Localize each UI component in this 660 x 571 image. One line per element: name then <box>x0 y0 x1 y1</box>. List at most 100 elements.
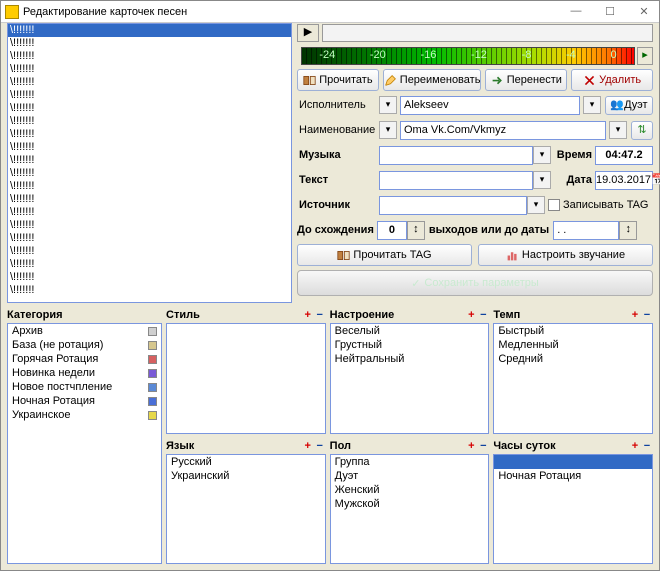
sex-list[interactable]: ГруппаДуэтЖенскийМужской <box>330 454 490 565</box>
lang-list[interactable]: РусскийУкраинский <box>166 454 326 565</box>
category-list[interactable]: АрхивБаза (не ротация)Горячая РотацияНов… <box>7 323 162 564</box>
list-item[interactable]: \!!!!!!! <box>8 180 291 193</box>
list-item[interactable]: Группа <box>331 455 489 469</box>
date-input[interactable]: 19.03.2017 📅 <box>595 171 653 190</box>
list-item[interactable]: \!!!!!!! <box>8 154 291 167</box>
mood-list[interactable]: ВеселыйГрустныйНейтральный <box>330 323 490 434</box>
list-item[interactable]: Быстрый <box>494 324 652 338</box>
exits-spin[interactable]: ↕ <box>619 221 637 240</box>
move-button[interactable]: Перенести <box>485 69 567 91</box>
music-dd[interactable]: ▾ <box>533 146 551 164</box>
list-item[interactable]: \!!!!!!! <box>8 232 291 245</box>
list-item[interactable]: Нейтральный <box>331 352 489 366</box>
play-button[interactable]: ▶ <box>297 24 319 42</box>
title-value-dd[interactable]: ▾ <box>609 121 627 139</box>
add-icon[interactable]: + <box>302 440 314 452</box>
calendar-icon[interactable]: 📅 <box>651 172 660 189</box>
close-button[interactable]: ✕ <box>633 5 655 18</box>
text-input[interactable] <box>379 171 533 190</box>
minimize-button[interactable]: — <box>565 5 587 18</box>
style-title: Стиль <box>166 309 302 321</box>
list-item[interactable]: \!!!!!!! <box>8 50 291 63</box>
list-item[interactable]: \!!!!!!! <box>8 89 291 102</box>
music-input[interactable] <box>379 146 533 165</box>
source-input[interactable] <box>379 196 527 215</box>
tag-checkbox[interactable] <box>548 199 560 211</box>
list-item[interactable]: Русский <box>167 455 325 469</box>
maximize-button[interactable]: ☐ <box>599 5 621 18</box>
add-icon[interactable]: + <box>629 309 641 321</box>
list-item[interactable]: \!!!!!!! <box>8 206 291 219</box>
list-item[interactable]: Ночная Ротация <box>8 394 161 408</box>
tune-sound-button[interactable]: Настроить звучание <box>478 244 653 266</box>
converge-spin[interactable]: ↕ <box>407 221 425 240</box>
list-item[interactable]: \!!!!!!! <box>8 141 291 154</box>
list-item[interactable]: \!!!!!!! <box>8 219 291 232</box>
list-item[interactable]: \!!!!!!! <box>8 284 291 297</box>
add-icon[interactable]: + <box>629 440 641 452</box>
seek-bar[interactable] <box>322 24 653 42</box>
song-list[interactable]: \!!!!!!!\!!!!!!!\!!!!!!!\!!!!!!!\!!!!!!!… <box>7 23 292 303</box>
title-field-dd[interactable]: ▾ <box>379 121 397 139</box>
list-item[interactable]: \!!!!!!! <box>8 115 291 128</box>
list-item[interactable]: Средний <box>494 352 652 366</box>
list-item[interactable]: Грустный <box>331 338 489 352</box>
delete-button[interactable]: Удалить <box>571 69 653 91</box>
read-tag-button[interactable]: Прочитать TAG <box>297 244 472 266</box>
list-item[interactable]: Дуэт <box>331 469 489 483</box>
list-item[interactable]: Горячая Ротация <box>8 352 161 366</box>
time-value[interactable]: 04:47.2 <box>595 146 653 165</box>
remove-icon[interactable]: − <box>477 309 489 321</box>
list-item[interactable]: База (не ротация) <box>8 338 161 352</box>
title-input[interactable]: Oma Vk.Com/Vkmyz <box>400 121 606 140</box>
list-item[interactable]: Веселый <box>331 324 489 338</box>
add-icon[interactable]: + <box>465 440 477 452</box>
rename-button[interactable]: Переименовать <box>383 69 482 91</box>
list-item[interactable]: Женский <box>331 483 489 497</box>
list-item[interactable]: Мужской <box>331 497 489 511</box>
text-dd[interactable]: ▾ <box>533 171 551 189</box>
meter-button[interactable]: ▸ <box>637 47 653 65</box>
hours-list[interactable]: Ночная Ротация <box>493 454 653 565</box>
list-item[interactable]: \!!!!!!! <box>8 193 291 206</box>
list-item[interactable]: \!!!!!!! <box>8 167 291 180</box>
list-item[interactable]: Новинка недели <box>8 366 161 380</box>
add-icon[interactable]: + <box>465 309 477 321</box>
list-item[interactable]: \!!!!!!! <box>8 37 291 50</box>
remove-icon[interactable]: − <box>314 440 326 452</box>
list-item[interactable]: Украинский <box>167 469 325 483</box>
remove-icon[interactable]: − <box>477 440 489 452</box>
add-icon[interactable]: + <box>302 309 314 321</box>
list-item[interactable] <box>494 455 652 469</box>
list-item[interactable]: \!!!!!!! <box>8 271 291 284</box>
read-button[interactable]: Прочитать <box>297 69 379 91</box>
tempo-list[interactable]: БыстрыйМедленныйСредний <box>493 323 653 434</box>
list-item[interactable]: \!!!!!!! <box>8 24 291 37</box>
move-label: Перенести <box>507 74 562 86</box>
list-item[interactable]: \!!!!!!! <box>8 128 291 141</box>
exits-input[interactable]: . . <box>553 221 619 240</box>
list-item[interactable]: \!!!!!!! <box>8 245 291 258</box>
list-item[interactable]: Украинское <box>8 408 161 422</box>
list-item[interactable]: Архив <box>8 324 161 338</box>
converge-input[interactable]: 0 <box>377 221 407 240</box>
remove-icon[interactable]: − <box>641 440 653 452</box>
swap-button[interactable]: ⇅ <box>631 121 653 140</box>
remove-icon[interactable]: − <box>314 309 326 321</box>
list-item[interactable]: \!!!!!!! <box>8 102 291 115</box>
remove-icon[interactable]: − <box>641 309 653 321</box>
performer-field-dd[interactable]: ▾ <box>379 96 397 114</box>
list-item[interactable]: Новое постчпление <box>8 380 161 394</box>
style-list[interactable] <box>166 323 326 434</box>
list-item[interactable]: \!!!!!!! <box>8 258 291 271</box>
performer-input[interactable]: Alekseev <box>400 96 580 115</box>
list-item[interactable]: Медленный <box>494 338 652 352</box>
lang-title: Язык <box>166 440 302 452</box>
list-item[interactable]: \!!!!!!! <box>8 63 291 76</box>
performer-value-dd[interactable]: ▾ <box>583 96 601 114</box>
source-dd[interactable]: ▾ <box>527 196 545 214</box>
list-item[interactable]: Ночная Ротация <box>494 469 652 483</box>
list-item[interactable]: \!!!!!!! <box>8 76 291 89</box>
duet-button[interactable]: 👥Дуэт <box>605 96 653 115</box>
save-button[interactable]: ✓ Сохранить параметры <box>297 270 653 296</box>
